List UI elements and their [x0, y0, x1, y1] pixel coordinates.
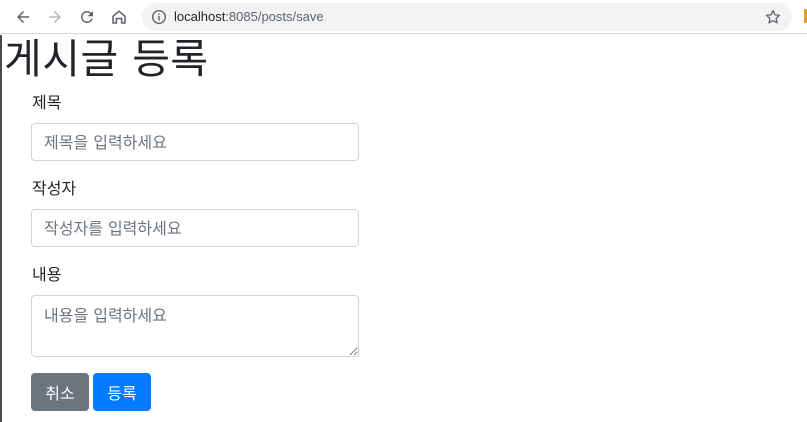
url-text[interactable]: localhost:8085/posts/save	[174, 9, 324, 25]
url-host: localhost	[174, 9, 226, 24]
back-button[interactable]	[11, 5, 35, 29]
reload-button[interactable]	[75, 5, 99, 29]
url-path: :8085/posts/save	[225, 9, 324, 24]
content-textarea[interactable]	[31, 295, 359, 357]
reload-icon	[81, 11, 93, 23]
forward-button[interactable]	[43, 5, 67, 29]
star-icon[interactable]	[764, 8, 782, 26]
title-label: 제목	[32, 93, 62, 112]
content-label: 내용	[32, 265, 62, 284]
title-input[interactable]	[31, 123, 359, 161]
cancel-button[interactable]: 취소	[31, 373, 89, 411]
save-button[interactable]: 등록	[93, 373, 151, 411]
address-bar[interactable]: localhost:8085/posts/save	[142, 3, 792, 31]
info-icon[interactable]	[151, 9, 167, 25]
author-label: 작성자	[32, 179, 77, 198]
page-title: 게시글 등록	[4, 35, 209, 83]
home-button[interactable]	[107, 5, 131, 29]
page-viewport: 게시글 등록 제목 작성자 내용 취소 등록	[0, 35, 807, 422]
back-arrow-icon	[17, 11, 29, 23]
home-icon	[112, 10, 126, 24]
author-input[interactable]	[31, 209, 359, 247]
forward-arrow-icon	[49, 11, 61, 23]
browser-toolbar: localhost:8085/posts/save	[0, 0, 807, 34]
